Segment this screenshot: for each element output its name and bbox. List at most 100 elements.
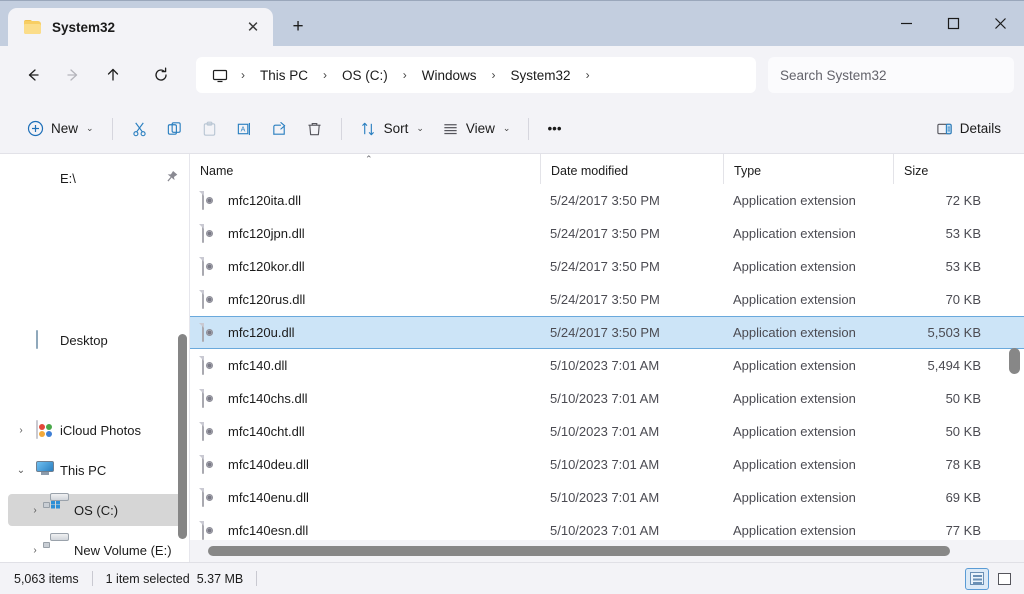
file-name: mfc120rus.dll bbox=[228, 292, 306, 307]
table-row[interactable]: mfc120rus.dll 5/24/2017 3:50 PM Applicat… bbox=[190, 283, 1024, 316]
column-header-size[interactable]: Size bbox=[893, 154, 985, 184]
dll-file-icon bbox=[200, 421, 218, 441]
paste-button[interactable] bbox=[192, 112, 227, 146]
tab-close-icon[interactable]: ✕ bbox=[239, 13, 267, 41]
file-size: 77 KB bbox=[945, 523, 981, 538]
table-row[interactable]: mfc140esn.dll 5/10/2023 7:01 AM Applicat… bbox=[190, 514, 1024, 540]
breadcrumb-dropdown-separator[interactable]: › bbox=[581, 68, 595, 82]
column-header-label: Name bbox=[200, 164, 234, 178]
minimize-button[interactable] bbox=[883, 1, 930, 45]
toolbar-divider bbox=[340, 117, 342, 140]
more-options-button[interactable]: ••• bbox=[538, 112, 570, 146]
details-pane-button[interactable]: Details bbox=[927, 112, 1010, 146]
sidebar-scrollbar[interactable] bbox=[178, 334, 187, 539]
view-list-icon bbox=[442, 120, 459, 137]
sidebar-item-os-c[interactable]: › OS (C:) bbox=[8, 493, 183, 526]
sidebar-item-this-pc[interactable]: ⌄ This PC bbox=[8, 454, 183, 486]
scrollbar-thumb[interactable] bbox=[208, 546, 950, 556]
this-pc-crumb-icon[interactable] bbox=[206, 65, 234, 85]
table-row[interactable]: mfc120jpn.dll 5/24/2017 3:50 PM Applicat… bbox=[190, 217, 1024, 250]
sidebar-item-label: Desktop bbox=[60, 332, 108, 348]
forward-button[interactable] bbox=[54, 58, 92, 92]
file-date-modified: 5/10/2023 7:01 AM bbox=[550, 424, 660, 439]
chevron-down-icon[interactable]: ⌄ bbox=[12, 461, 30, 479]
file-type: Application extension bbox=[733, 193, 856, 208]
up-button[interactable] bbox=[94, 58, 132, 92]
table-row[interactable]: mfc140.dll 5/10/2023 7:01 AM Application… bbox=[190, 349, 1024, 382]
file-list[interactable]: mfc120ita.dll 5/24/2017 3:50 PM Applicat… bbox=[190, 184, 1024, 540]
navigation-pane: E:\ Desktop › iCloud Photos ⌄ This PC › … bbox=[0, 154, 190, 562]
sidebar-item-e-drive[interactable]: E:\ bbox=[8, 162, 183, 194]
paste-icon bbox=[201, 120, 218, 137]
dll-file-icon bbox=[200, 322, 218, 342]
scrollbar-thumb[interactable] bbox=[1009, 348, 1020, 374]
file-name: mfc140chs.dll bbox=[228, 391, 308, 406]
explorer-body: E:\ Desktop › iCloud Photos ⌄ This PC › … bbox=[0, 154, 1024, 562]
chevron-right-icon[interactable]: › bbox=[12, 421, 30, 439]
status-divider bbox=[91, 571, 93, 586]
maximize-button[interactable] bbox=[930, 1, 977, 45]
pin-icon[interactable] bbox=[160, 168, 180, 189]
tab-system32[interactable]: System32 ✕ bbox=[8, 8, 273, 46]
window-controls bbox=[883, 1, 1024, 45]
dll-file-icon bbox=[200, 388, 218, 408]
this-pc-icon bbox=[36, 461, 54, 479]
table-row[interactable]: mfc120ita.dll 5/24/2017 3:50 PM Applicat… bbox=[190, 184, 1024, 217]
breadcrumb-this-pc[interactable]: This PC bbox=[252, 64, 316, 87]
chevron-right-icon[interactable]: › bbox=[26, 501, 44, 519]
item-count-label: 5,063 items bbox=[14, 571, 79, 586]
rename-button[interactable]: A bbox=[227, 112, 262, 146]
breadcrumb-separator: › bbox=[491, 68, 496, 82]
breadcrumb-os-c[interactable]: OS (C:) bbox=[334, 64, 396, 87]
close-button[interactable] bbox=[977, 1, 1024, 45]
delete-button[interactable] bbox=[297, 112, 332, 146]
breadcrumb-windows[interactable]: Windows bbox=[414, 64, 485, 87]
breadcrumb-separator: › bbox=[241, 68, 245, 82]
column-header-type[interactable]: Type bbox=[723, 154, 893, 184]
sidebar-item-desktop[interactable]: Desktop bbox=[8, 324, 183, 356]
column-header-date-modified[interactable]: Date modified bbox=[540, 154, 723, 184]
file-name: mfc120jpn.dll bbox=[228, 226, 305, 241]
column-header-name[interactable]: ⌃ Name bbox=[190, 154, 540, 184]
table-row[interactable]: mfc140deu.dll 5/10/2023 7:01 AM Applicat… bbox=[190, 448, 1024, 481]
desktop-icon bbox=[36, 330, 54, 349]
table-row-selected[interactable]: mfc120u.dll 5/24/2017 3:50 PM Applicatio… bbox=[190, 316, 1024, 349]
table-row[interactable]: mfc140chs.dll 5/10/2023 7:01 AM Applicat… bbox=[190, 382, 1024, 415]
file-size: 53 KB bbox=[945, 226, 981, 241]
file-name: mfc140cht.dll bbox=[228, 424, 305, 439]
copy-button[interactable] bbox=[157, 112, 192, 146]
new-tab-button[interactable]: + bbox=[281, 10, 315, 44]
table-row[interactable]: mfc140enu.dll 5/10/2023 7:01 AM Applicat… bbox=[190, 481, 1024, 514]
file-type: Application extension bbox=[733, 457, 856, 472]
view-button[interactable]: View ⌄ bbox=[433, 112, 520, 146]
sidebar-item-label: iCloud Photos bbox=[60, 422, 141, 438]
address-bar[interactable]: › This PC › OS (C:) › Windows › System32… bbox=[196, 57, 756, 93]
file-list-horizontal-scrollbar[interactable] bbox=[190, 540, 1024, 562]
dll-file-icon bbox=[200, 520, 218, 540]
new-button[interactable]: New ⌄ bbox=[18, 112, 103, 146]
chevron-right-icon[interactable]: › bbox=[26, 541, 44, 559]
share-button[interactable] bbox=[262, 112, 297, 146]
file-type: Application extension bbox=[733, 391, 856, 406]
trash-icon bbox=[306, 120, 323, 137]
search-input[interactable]: Search System32 bbox=[768, 57, 1014, 93]
breadcrumb-system32[interactable]: System32 bbox=[503, 64, 579, 87]
column-header-label: Size bbox=[904, 164, 929, 178]
status-divider bbox=[256, 571, 258, 586]
large-icons-view-toggle[interactable] bbox=[992, 568, 1016, 590]
sidebar-item-icloud-photos[interactable]: › iCloud Photos bbox=[8, 414, 183, 446]
details-button-label: Details bbox=[959, 121, 1001, 136]
table-row[interactable]: mfc120kor.dll 5/24/2017 3:50 PM Applicat… bbox=[190, 250, 1024, 283]
tab-title: System32 bbox=[52, 19, 116, 35]
refresh-button[interactable] bbox=[142, 58, 180, 92]
file-list-vertical-scrollbar[interactable] bbox=[1009, 184, 1020, 540]
sidebar-item-new-volume-e[interactable]: › New Volume (E:) bbox=[8, 533, 183, 562]
details-view-toggle[interactable] bbox=[965, 567, 989, 590]
table-row[interactable]: mfc140cht.dll 5/10/2023 7:01 AM Applicat… bbox=[190, 415, 1024, 448]
file-date-modified: 5/24/2017 3:50 PM bbox=[550, 292, 660, 307]
sort-button[interactable]: Sort ⌄ bbox=[351, 112, 433, 146]
cut-button[interactable] bbox=[122, 112, 157, 146]
sidebar-item-label: E:\ bbox=[60, 170, 76, 186]
sort-button-label: Sort bbox=[383, 121, 409, 136]
back-button[interactable] bbox=[14, 58, 52, 92]
